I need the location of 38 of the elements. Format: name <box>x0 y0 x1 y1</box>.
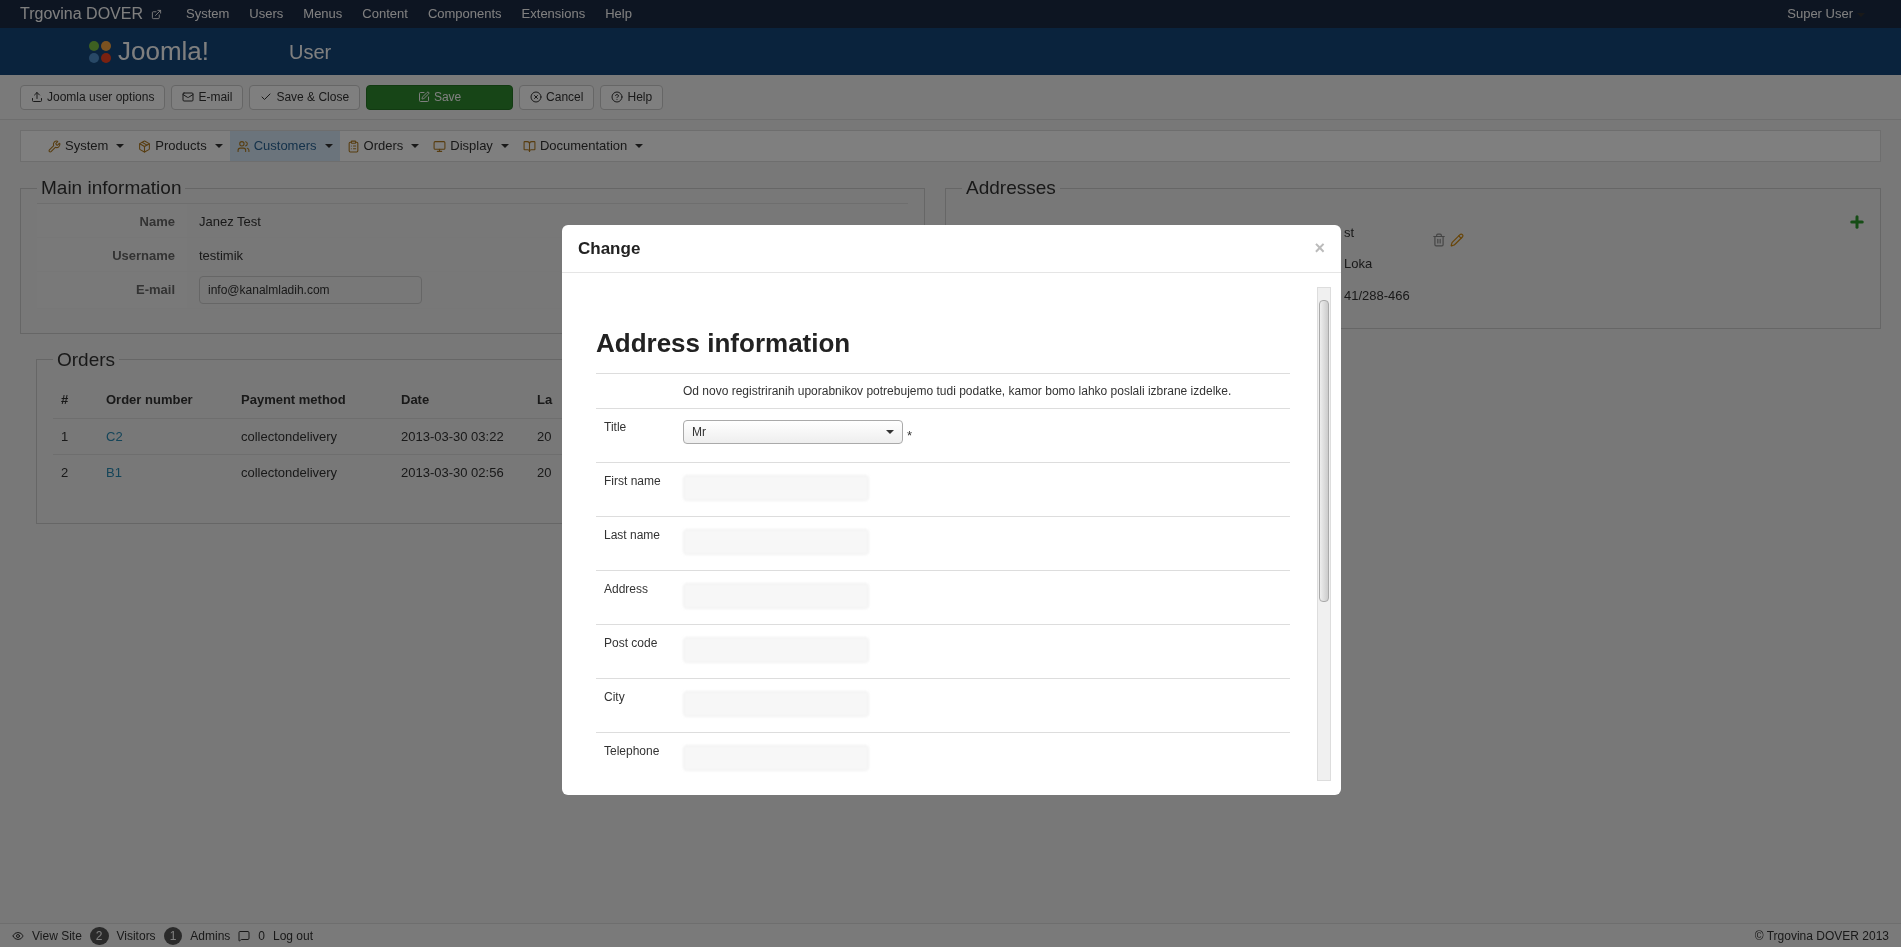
required-mark: * <box>907 426 913 445</box>
address-line: 41/288-466 <box>1344 286 1410 305</box>
page-title: User <box>289 39 332 65</box>
modal-title: Change <box>578 237 641 260</box>
field-label: Address <box>603 581 650 598</box>
field-label: Post code <box>603 635 659 652</box>
column-header: # <box>61 392 69 407</box>
address-line: Loka <box>1344 255 1373 273</box>
column-header: Date <box>401 392 430 407</box>
field-label: Last name <box>603 527 662 544</box>
column-header: La <box>537 392 553 407</box>
table-cell: collectondelivery <box>241 428 338 444</box>
table-cell: collectondelivery <box>241 465 338 480</box>
section-heading: Address information <box>596 327 852 360</box>
column-header: Payment method <box>241 392 346 407</box>
address-line: st <box>1344 223 1355 242</box>
field-label: City <box>603 689 626 706</box>
panel-legend: Main information <box>37 174 186 203</box>
count-badge: 1 <box>163 926 183 945</box>
table-cell: 2013-03-30 03:22 <box>401 428 504 444</box>
table-cell: 20 <box>537 428 552 444</box>
table-cell: 1 <box>61 428 69 444</box>
field-label: Title <box>603 419 628 436</box>
info-note: Od novo registriranih uporabnikov potrebujemo tudi podatke, kamor bomo lahko poslali izbrane izdelke. <box>682 383 1232 400</box>
table-cell: 20 <box>537 465 552 480</box>
field-value: Janez Test <box>198 212 261 231</box>
field-label: First name <box>603 473 662 490</box>
count-text: 0 <box>258 927 265 945</box>
field-label: Telephone <box>603 743 661 760</box>
count-badge: 2 <box>89 926 109 945</box>
column-header: Order number <box>106 392 193 407</box>
logo-text: Joomla! <box>118 35 210 68</box>
panel-legend: Addresses <box>962 174 1060 203</box>
table-cell: 2 <box>61 465 69 480</box>
table-cell: 2013-03-30 02:56 <box>401 465 504 480</box>
field-value: testimik <box>198 246 244 265</box>
panel-legend: Orders <box>53 345 120 374</box>
copyright-text: © Trgovina DOVER 2013 <box>1754 927 1889 945</box>
